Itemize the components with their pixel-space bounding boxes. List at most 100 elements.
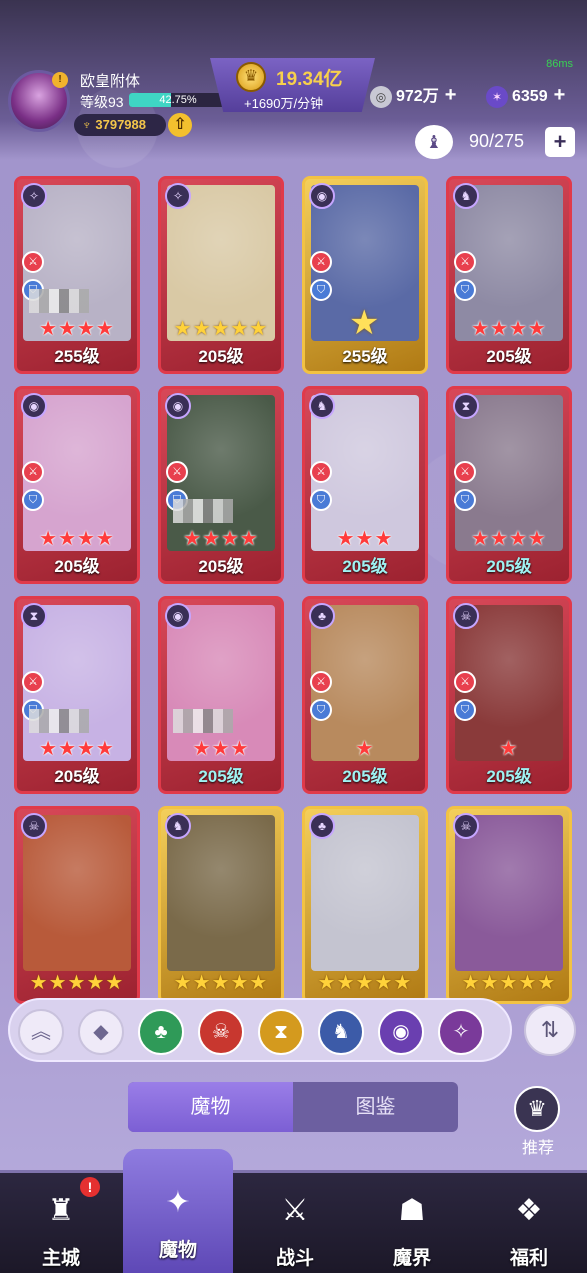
monster-level: 205级 xyxy=(198,557,244,576)
censored-region xyxy=(29,709,89,733)
defense-role-icon: ⛉ xyxy=(22,489,44,511)
monster-card[interactable]: ✧⚔⛉★★★★255级 xyxy=(14,176,140,374)
power-up-button[interactable]: ⇧ xyxy=(168,113,192,137)
monster-level: 205级 xyxy=(198,767,244,786)
faction-icon: ◉ xyxy=(165,393,191,419)
all-factions-icon[interactable]: ◆ xyxy=(78,1009,124,1055)
gold-coin-icon: ♛ xyxy=(236,62,266,92)
view-tabs: 魔物 图鉴 xyxy=(128,1082,458,1132)
monster-card[interactable]: ♞ ★★★★★ xyxy=(158,806,284,1004)
monster-card[interactable]: ⧗⚔⛉★★★★205级 xyxy=(446,386,572,584)
monster-level: 255级 xyxy=(342,347,388,366)
faction-icon: ◉ xyxy=(21,393,47,419)
battle-shield-icon: ⚔ xyxy=(281,1194,309,1227)
faction-icon: ✧ xyxy=(21,183,47,209)
monster-card[interactable]: ☠ ⚔ ⛉ ★ 205级 xyxy=(446,596,572,794)
censored-region xyxy=(173,709,233,733)
attack-role-icon: ⚔ xyxy=(454,251,476,273)
monster-card[interactable]: ☠ ★★★★★ xyxy=(14,806,140,1004)
monster-card[interactable]: ♞ ⚔ ⛉ ★★★ 205级 xyxy=(302,386,428,584)
monster-level: 205级 xyxy=(54,767,100,786)
nature-faction-icon[interactable]: ♣ xyxy=(138,1009,184,1055)
attack-role-icon: ⚔ xyxy=(22,671,44,693)
avatar-alert-badge: ! xyxy=(52,72,68,88)
monster-bag-icon: ♝ xyxy=(415,125,453,159)
nav-label: 魔界 xyxy=(392,1248,431,1269)
nav-castle[interactable]: ♜ 主城! xyxy=(6,1173,116,1273)
faction-icon: ◉ xyxy=(165,603,191,629)
monster-card[interactable]: ◉⚔⛉★★★★205级 xyxy=(158,386,284,584)
star-rating: ★★★★ xyxy=(39,738,115,760)
star-rating: ★★★ xyxy=(336,528,394,550)
eye-faction-icon[interactable]: ◉ xyxy=(378,1009,424,1055)
sort-button[interactable]: ⇅ xyxy=(524,1004,576,1056)
attack-role-icon: ⚔ xyxy=(454,671,476,693)
faction-icon: ♣ xyxy=(309,813,335,839)
monster-card[interactable]: ⧗⚔⛉★★★★205级 xyxy=(14,596,140,794)
nav-monster-flame[interactable]: ✦ 魔物 xyxy=(123,1149,233,1273)
faction-filter-bar: ︽ ◆ ♣ ☠ ⧗ ♞ ◉ ✧ xyxy=(8,998,512,1062)
defense-role-icon: ⛉ xyxy=(454,489,476,511)
crystal-star-icon: ✶ xyxy=(486,85,508,108)
nav-battle-shield[interactable]: ⚔ 战斗 xyxy=(240,1173,350,1273)
add-resource-2-button[interactable]: + xyxy=(554,83,566,107)
demon-realm-icon: ☗ xyxy=(398,1194,426,1227)
faction-icon: ♣ xyxy=(309,603,335,629)
time-faction-icon[interactable]: ⧗ xyxy=(258,1009,304,1055)
combat-power-value: 3797988 xyxy=(95,117,146,132)
faction-icon: ♞ xyxy=(165,813,191,839)
monster-level: 205级 xyxy=(486,557,532,576)
power-icon: ♆ xyxy=(82,117,96,132)
defense-role-icon: ⛉ xyxy=(310,279,332,301)
star-rating: ★★★ xyxy=(192,738,250,760)
star-rating: ★★★★ xyxy=(471,318,547,340)
monster-level: 205级 xyxy=(486,767,532,786)
monster-portrait xyxy=(167,815,275,971)
star-rating: ★★★★ xyxy=(471,528,547,550)
expand-capacity-button[interactable]: + xyxy=(545,127,575,157)
defense-role-icon: ⛉ xyxy=(310,699,332,721)
nav-treasure-chest[interactable]: ❖ 福利 xyxy=(474,1173,584,1273)
bottom-navigation: ♜ 主城! ✦ 魔物 ⚔ 战斗 ☗ 魔界 ❖ 福利 xyxy=(0,1149,587,1273)
monster-card[interactable]: ◉ ⚔ ⛉ ★ 255级 xyxy=(302,176,428,374)
star-rating: ★★★★ xyxy=(183,528,259,550)
tab-codex[interactable]: 图鉴 xyxy=(293,1082,458,1132)
recommend-button[interactable]: ♛ 推荐 xyxy=(514,1086,562,1158)
monster-card[interactable]: ♣ ⚔ ⛉ ★ 205级 xyxy=(302,596,428,794)
star-rating: ★★★★★ xyxy=(29,972,125,994)
xp-percent: 42.75% xyxy=(159,94,197,106)
monster-level: 205级 xyxy=(198,347,244,366)
beast-faction-icon[interactable]: ☠ xyxy=(198,1009,244,1055)
monster-card[interactable]: ◉⚔⛉★★★★205级 xyxy=(14,386,140,584)
notification-badge: ! xyxy=(80,1177,100,1197)
add-resource-1-button[interactable]: + xyxy=(445,83,457,107)
chaos-faction-icon[interactable]: ✧ xyxy=(438,1009,484,1055)
monster-card[interactable]: ☠ ★★★★★ xyxy=(446,806,572,1004)
collapse-filter-icon[interactable]: ︽ xyxy=(18,1009,64,1055)
monster-card[interactable]: ♣ ★★★★★ xyxy=(302,806,428,1004)
censored-region xyxy=(29,289,89,313)
xp-bar: 42.75% xyxy=(129,93,227,107)
resource-1: ◎ 972万 + xyxy=(370,83,457,108)
star-rating: ★★★★★ xyxy=(173,972,269,994)
player-name: 欧皇附体 xyxy=(80,73,141,90)
nav-demon-realm[interactable]: ☗ 魔界 xyxy=(357,1173,467,1273)
treasure-chest-icon: ❖ xyxy=(515,1194,543,1227)
wolf-faction-icon[interactable]: ♞ xyxy=(318,1009,364,1055)
star-rating: ★★★★ xyxy=(39,528,115,550)
faction-icon: ⧗ xyxy=(21,603,47,629)
monster-card[interactable]: ◉ ★★★ 205级 xyxy=(158,596,284,794)
nav-label: 魔物 xyxy=(158,1240,197,1261)
monster-card[interactable]: ✧ ★★★★★ 205级 xyxy=(158,176,284,374)
attack-role-icon: ⚔ xyxy=(310,461,332,483)
faction-icon: ⧗ xyxy=(453,393,479,419)
star-rating: ★★★★★ xyxy=(317,972,413,994)
tab-monsters[interactable]: 魔物 xyxy=(128,1082,293,1132)
monster-level: 255级 xyxy=(54,347,100,366)
monster-card[interactable]: ♞ ⚔ ⛉ ★★★★ 205级 xyxy=(446,176,572,374)
attack-role-icon: ⚔ xyxy=(310,251,332,273)
faction-icon: ◉ xyxy=(309,183,335,209)
combat-power: ♆ 3797988 xyxy=(74,114,166,136)
monster-capacity: ♝ 90/275 + xyxy=(415,125,575,159)
star-rating: ★★★★★ xyxy=(173,318,269,340)
